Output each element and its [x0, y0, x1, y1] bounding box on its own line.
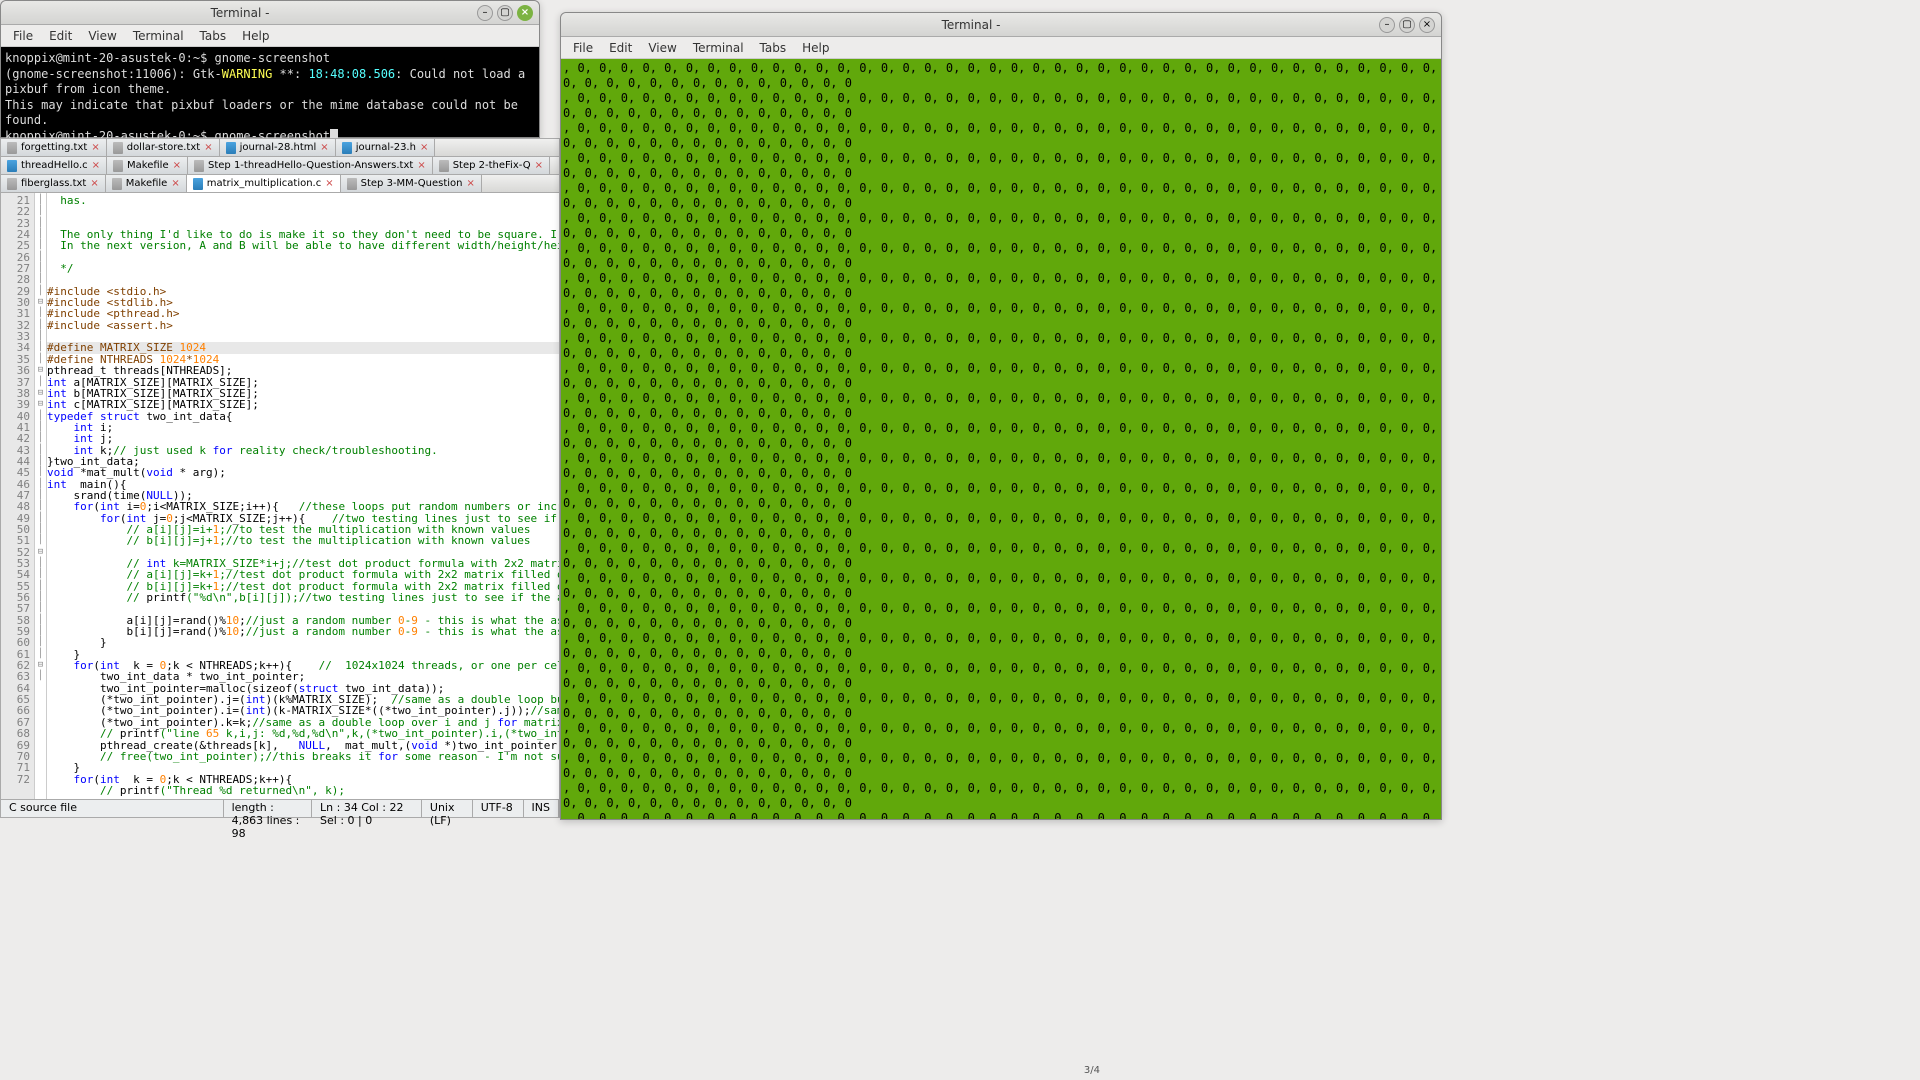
- file-icon: [342, 142, 352, 154]
- tab-label: Makefile: [127, 160, 169, 171]
- maximize-button[interactable]: ▢: [1399, 17, 1415, 33]
- file-icon: [439, 160, 449, 172]
- minimize-button[interactable]: –: [477, 5, 493, 21]
- terminal-output: This may indicate that pixbuf loaders or…: [5, 98, 535, 129]
- tab-label: matrix_multiplication.c: [207, 178, 322, 189]
- prompt: knoppix@mint-20-asustek-0:~$: [5, 51, 215, 65]
- tab-label: Step 3-MM-Question: [361, 178, 463, 189]
- menu-terminal[interactable]: Terminal: [685, 39, 752, 57]
- page-number: 3/4: [1084, 1065, 1100, 1076]
- tab-label: journal-23.h: [356, 142, 416, 153]
- tab-row-3: fiberglass.txt×Makefile×matrix_multiplic…: [1, 175, 559, 193]
- file-tab[interactable]: fiberglass.txt ×: [1, 175, 106, 192]
- file-tab[interactable]: journal-23.h ×: [336, 139, 436, 156]
- menu-file[interactable]: File: [565, 39, 601, 57]
- line-number-gutter: 2122232425262728293031323334353637383940…: [1, 193, 35, 807]
- file-tab[interactable]: Step 1-threadHello-Question-Answers.txt ×: [188, 157, 433, 174]
- file-tab[interactable]: threadHello.c ×: [1, 157, 107, 174]
- tab-label: Step 1-threadHello-Question-Answers.txt: [208, 160, 413, 171]
- terminal-2-body[interactable]: , 0, 0, 0, 0, 0, 0, 0, 0, 0, 0, 0, 0, 0,…: [561, 59, 1441, 819]
- terminal-1-window: Terminal - – ▢ × File Edit View Terminal…: [0, 0, 540, 138]
- status-length: length : 4,863 lines : 98: [224, 800, 312, 817]
- file-icon: [112, 178, 122, 190]
- menu-tabs[interactable]: Tabs: [752, 39, 795, 57]
- file-tab[interactable]: Makefile×: [106, 175, 187, 192]
- file-icon: [113, 160, 123, 172]
- tab-label: forgetting.txt: [21, 142, 87, 153]
- menu-help[interactable]: Help: [794, 39, 837, 57]
- close-tab-icon[interactable]: ×: [91, 142, 99, 153]
- tab-row-1: forgetting.txt×dollar-store.txt×journal-…: [1, 139, 559, 157]
- file-tab[interactable]: Step 2-theFix-Q ×: [433, 157, 550, 174]
- tab-label: fiberglass.txt: [21, 178, 86, 189]
- file-icon: [194, 160, 204, 172]
- status-eol: Unix (LF): [422, 800, 473, 817]
- menu-terminal[interactable]: Terminal: [125, 27, 192, 45]
- close-button[interactable]: ×: [1419, 17, 1435, 33]
- terminal-1-menubar: File Edit View Terminal Tabs Help: [1, 25, 539, 47]
- terminal-1-titlebar[interactable]: Terminal - – ▢ ×: [1, 1, 539, 25]
- terminal-2-window: Terminal - – ▢ × File Edit View Terminal…: [560, 12, 1442, 820]
- menu-file[interactable]: File: [5, 27, 41, 45]
- editor-statusbar: C source file length : 4,863 lines : 98 …: [1, 799, 559, 817]
- menu-tabs[interactable]: Tabs: [192, 27, 235, 45]
- file-icon: [7, 178, 17, 190]
- code-content[interactable]: has. The only thing I'd like to do is ma…: [47, 193, 559, 807]
- close-tab-icon[interactable]: ×: [467, 178, 475, 189]
- tab-label: dollar-store.txt: [127, 142, 200, 153]
- file-tab[interactable]: journal-28.html×: [220, 139, 336, 156]
- tab-label: Step 2-theFix-Q: [453, 160, 531, 171]
- file-icon: [7, 142, 17, 154]
- tab-row-2: threadHello.c×Makefile×Step 1-threadHell…: [1, 157, 559, 175]
- menu-edit[interactable]: Edit: [601, 39, 640, 57]
- close-tab-icon[interactable]: ×: [171, 178, 179, 189]
- close-tab-icon[interactable]: ×: [325, 178, 333, 189]
- close-tab-icon[interactable]: ×: [535, 160, 543, 171]
- close-tab-icon[interactable]: ×: [420, 142, 428, 153]
- minimize-button[interactable]: –: [1379, 17, 1395, 33]
- menu-help[interactable]: Help: [234, 27, 277, 45]
- close-tab-icon[interactable]: ×: [204, 142, 212, 153]
- terminal-1-body[interactable]: knoppix@mint-20-asustek-0:~$ gnome-scree…: [1, 47, 539, 137]
- menu-edit[interactable]: Edit: [41, 27, 80, 45]
- status-position: Ln : 34 Col : 22 Sel : 0 | 0: [312, 800, 422, 817]
- file-icon: [226, 142, 236, 154]
- file-tab[interactable]: matrix_multiplication.c×: [187, 175, 341, 192]
- close-tab-icon[interactable]: ×: [417, 160, 425, 171]
- code-editor-window: forgetting.txt×dollar-store.txt×journal-…: [0, 138, 560, 818]
- file-icon: [347, 178, 357, 190]
- status-filetype: C source file: [1, 800, 224, 817]
- file-tab[interactable]: Makefile ×: [107, 157, 188, 174]
- file-tab[interactable]: Step 3-MM-Question ×: [341, 175, 482, 192]
- terminal-1-title: Terminal -: [7, 6, 473, 20]
- file-icon: [7, 160, 17, 172]
- file-icon: [113, 142, 123, 154]
- status-encoding: UTF-8: [473, 800, 524, 817]
- status-insert-mode: INS: [524, 800, 559, 817]
- terminal-2-title: Terminal -: [567, 18, 1375, 32]
- code-area[interactable]: 2122232425262728293031323334353637383940…: [1, 193, 559, 807]
- close-tab-icon[interactable]: ×: [90, 178, 98, 189]
- menu-view[interactable]: View: [80, 27, 124, 45]
- close-tab-icon[interactable]: ×: [320, 142, 328, 153]
- tab-label: threadHello.c: [21, 160, 88, 171]
- file-tab[interactable]: forgetting.txt ×: [1, 139, 107, 156]
- command: gnome-screenshot: [215, 51, 331, 65]
- menu-view[interactable]: View: [640, 39, 684, 57]
- file-tab[interactable]: dollar-store.txt ×: [107, 139, 220, 156]
- terminal-2-titlebar[interactable]: Terminal - – ▢ ×: [561, 13, 1441, 37]
- close-tab-icon[interactable]: ×: [173, 160, 181, 171]
- file-icon: [193, 178, 203, 190]
- fold-column[interactable]: │││││││││⊟│││││⊟│⊟⊟││││││││││││⊟││││││││…: [35, 193, 47, 807]
- maximize-button[interactable]: ▢: [497, 5, 513, 21]
- tab-label: Makefile: [126, 178, 168, 189]
- close-button[interactable]: ×: [517, 5, 533, 21]
- terminal-2-menubar: File Edit View Terminal Tabs Help: [561, 37, 1441, 59]
- close-tab-icon[interactable]: ×: [92, 160, 100, 171]
- tab-label: journal-28.html: [240, 142, 317, 153]
